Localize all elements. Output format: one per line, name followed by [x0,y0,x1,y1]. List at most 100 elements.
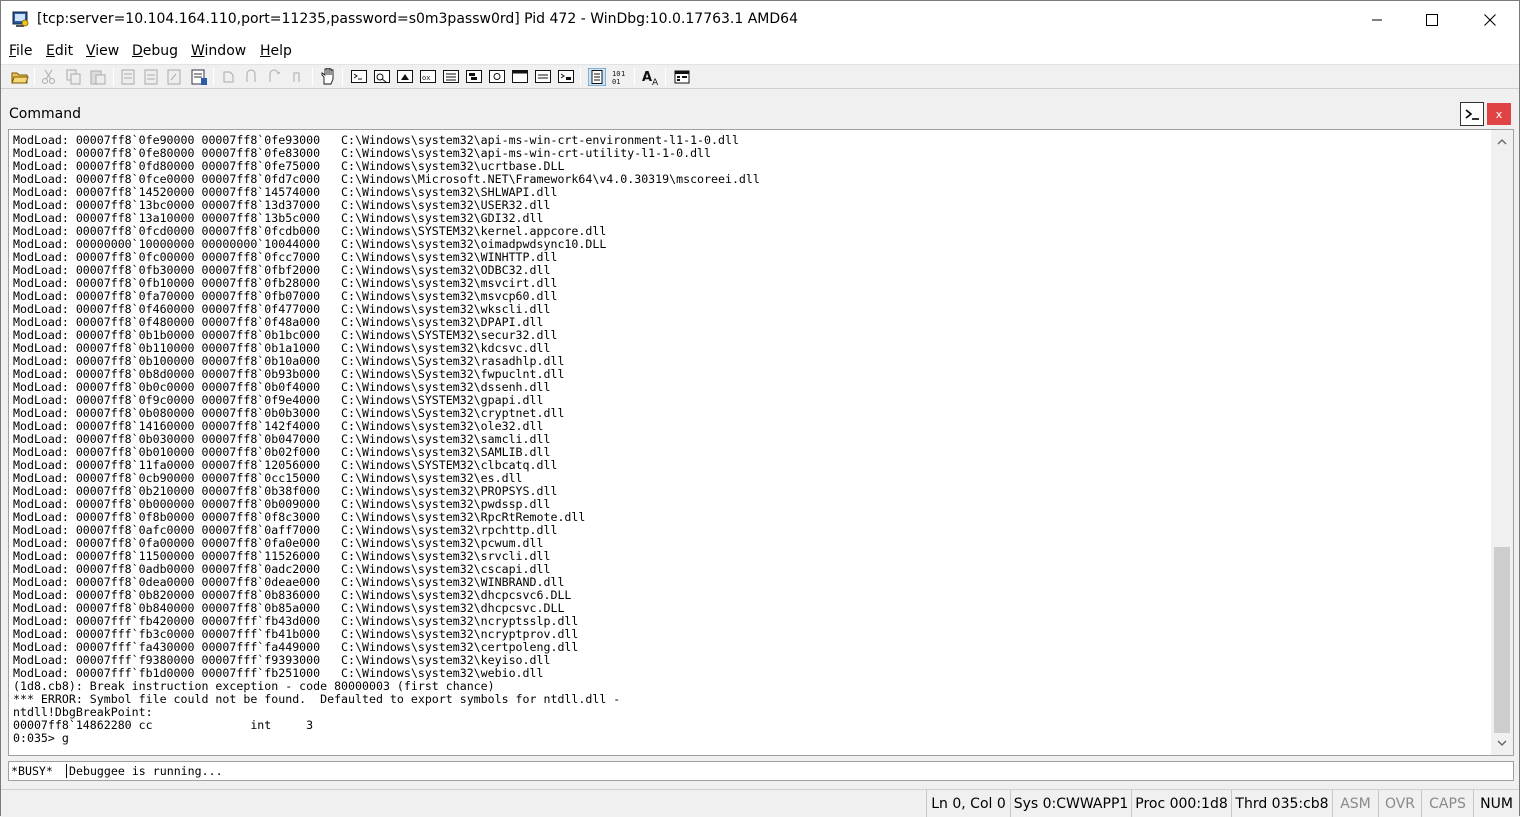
menu-edit-label: dit [54,43,74,59]
command-window-title: Command [9,106,81,122]
status-thrd: Thrd 035:cb8 [1231,790,1332,817]
go-icon[interactable] [220,68,238,86]
call-stack-window-icon[interactable] [465,68,483,86]
menu-view-label: iew [95,43,120,59]
toolbar-separator [312,68,313,86]
disassembly-window-icon[interactable] [488,68,506,86]
command-input-row: *BUSY* [8,761,1514,781]
source-mode-icon[interactable] [588,68,606,86]
svg-text:01: 01 [612,78,620,86]
hex-display-icon[interactable]: 10011 [611,68,629,86]
svg-text:ox: ox [422,74,430,82]
toolbar-separator [634,68,635,86]
toolbar-separator [580,68,581,86]
command-browser-icon[interactable] [557,68,575,86]
status-ovr: OVR [1378,790,1421,817]
svg-text:1: 1 [621,70,625,78]
svg-text:10: 10 [612,70,620,78]
stop-debugging-icon[interactable] [266,68,284,86]
toolbar-separator [34,68,35,86]
command-window-icon[interactable] [350,68,368,86]
command-prompt-icon [1463,106,1481,121]
output-line: 00007ff8`14862280 cc int 3 [13,718,314,732]
step-into-icon[interactable] [120,68,138,86]
menu-bar: File Edit View Debug Window Help [1,39,1519,64]
busy-indicator: *BUSY* [11,764,53,778]
scroll-thumb[interactable] [1494,547,1510,733]
status-asm: ASM [1332,790,1378,817]
output-line: *** ERROR: Symbol file could not be foun… [13,692,621,706]
restart-icon[interactable] [243,68,261,86]
command-window-close-button[interactable]: x [1487,103,1511,125]
memory-window-icon[interactable] [442,68,460,86]
menu-edit-accel: E [46,43,55,59]
close-button[interactable] [1461,1,1519,39]
status-caps: CAPS [1421,790,1473,817]
close-icon [1484,14,1496,26]
options-icon[interactable] [673,68,691,86]
run-to-cursor-icon[interactable] [190,68,208,86]
hand-icon[interactable] [319,68,337,86]
registers-window-icon[interactable]: ox [419,68,437,86]
toolbar-separator [342,68,343,86]
menu-debug-label: ebug [142,43,179,59]
command-prompt-button[interactable] [1460,102,1484,126]
processes-threads-icon[interactable] [534,68,552,86]
command-input[interactable] [69,763,1509,779]
cut-icon[interactable] [40,68,58,86]
menu-debug[interactable]: Debug [132,43,178,59]
menu-view[interactable]: View [86,43,119,59]
toolbar-separator [665,68,666,86]
maximize-icon [1426,14,1438,26]
status-proc: Proc 000:1d8 [1131,790,1231,817]
menu-help-label: elp [270,43,292,59]
font-icon[interactable]: AA [642,68,660,86]
menu-help[interactable]: Help [260,43,292,59]
menu-file[interactable]: File [9,43,32,59]
menu-debug-accel: D [132,43,143,59]
svg-text:A: A [642,70,652,85]
status-bar: Ln 0, Col 0 Sys 0:CWWAPP1 Proc 000:1d8 T… [1,789,1519,817]
command-output[interactable]: ModLoad: 00007ff8`0fe90000 00007ff8`0fe9… [8,129,1514,756]
toolbar-separator [213,68,214,86]
menu-file-label: ile [16,43,33,59]
step-out-icon[interactable] [166,68,184,86]
scratch-pad-icon[interactable] [511,68,529,86]
scroll-down-button[interactable] [1491,733,1513,753]
menu-view-accel: V [86,43,96,59]
menu-window-accel: W [191,43,205,59]
title-bar: [tcp:server=10.104.164.110,port=11235,pa… [1,1,1519,39]
step-over-icon[interactable] [143,68,161,86]
menu-edit[interactable]: Edit [46,43,73,59]
command-window-header: Command [2,101,1518,127]
break-icon[interactable] [289,68,307,86]
toolbar-separator [113,68,114,86]
output-line: 0:035> g [13,731,69,745]
svg-text:A: A [652,78,659,86]
minimize-icon [1372,19,1382,21]
menu-help-accel: H [260,43,271,59]
paste-icon[interactable] [89,68,107,86]
close-icon: x [1495,107,1503,121]
watch-window-icon[interactable] [373,68,391,86]
command-output-text: ModLoad: 00007ff8`0fe90000 00007ff8`0fe9… [13,134,1488,752]
toolbar: ox 10 01 1 AA [1,64,1519,89]
status-sys: Sys 0:CWWAPP1 [1010,790,1131,817]
maximize-button[interactable] [1403,1,1461,39]
windbg-window: [tcp:server=10.104.164.110,port=11235,pa… [0,0,1520,817]
copy-icon[interactable] [65,68,83,86]
scroll-up-button[interactable] [1491,132,1513,152]
chevron-down-icon [1497,740,1507,746]
minimize-button[interactable] [1348,1,1406,39]
locals-window-icon[interactable] [396,68,414,86]
chevron-up-icon [1497,139,1507,145]
status-num: NUM [1473,790,1519,817]
menu-file-accel: F [9,43,17,59]
menu-window[interactable]: Window [191,43,246,59]
vertical-scrollbar[interactable] [1491,130,1513,755]
menu-window-label: indow [204,43,247,59]
busy-divider [66,764,67,778]
status-position: Ln 0, Col 0 [926,790,1010,817]
windbg-icon [12,11,29,27]
open-folder-icon[interactable] [11,68,29,86]
